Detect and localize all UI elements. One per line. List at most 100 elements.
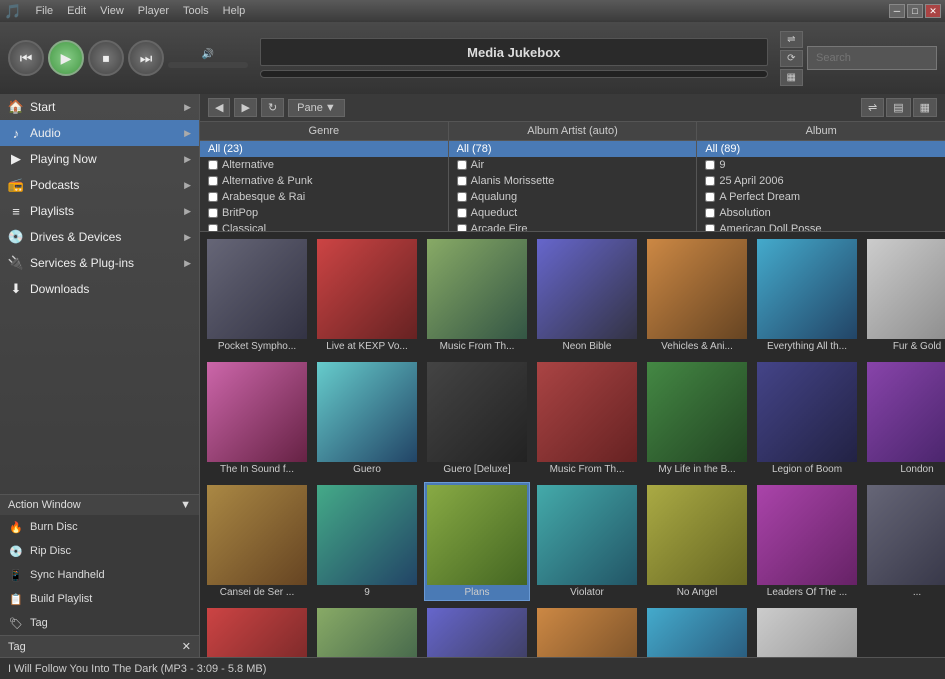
maximize-button[interactable]: □ (907, 4, 923, 18)
album-american-doll-checkbox[interactable] (705, 224, 715, 231)
close-button[interactable]: ✕ (925, 4, 941, 18)
view-grid-button[interactable]: ▦ (913, 98, 937, 117)
album-item[interactable]: ... (754, 605, 860, 657)
album-item[interactable]: Guero (314, 359, 420, 478)
album-item[interactable]: Music From Th... (534, 359, 640, 478)
stop-button[interactable]: ⏹ (88, 40, 124, 76)
album-item[interactable]: ... (864, 482, 945, 601)
menu-file[interactable]: File (29, 3, 59, 19)
search-input[interactable] (807, 46, 937, 70)
view-shuffle-button[interactable]: ⇌ (861, 98, 884, 117)
album-item[interactable]: Plans (424, 482, 530, 601)
album-item[interactable]: ... (644, 605, 750, 657)
back-button[interactable]: ◀ (208, 98, 230, 117)
album-item[interactable]: London (864, 359, 945, 478)
album-item[interactable]: Violator (534, 482, 640, 601)
minimize-button[interactable]: ─ (889, 4, 905, 18)
forward-button[interactable]: ▶ (234, 98, 256, 117)
sidebar-item-podcasts[interactable]: 📻 Podcasts ▶ (0, 172, 199, 198)
artist-aqualung-checkbox[interactable] (457, 192, 467, 202)
burn-disc-item[interactable]: 🔥 Burn Disc (0, 515, 199, 539)
artist-alanis[interactable]: Alanis Morissette (449, 173, 697, 189)
artist-arcade-fire-checkbox[interactable] (457, 224, 467, 231)
album-item[interactable]: The In Sound f... (204, 359, 310, 478)
album-item[interactable]: 9 (314, 482, 420, 601)
album-25-april[interactable]: 25 April 2006 (697, 173, 945, 189)
play-button[interactable]: ▶ (48, 40, 84, 76)
genre-alt-punk-checkbox[interactable] (208, 176, 218, 186)
menu-player[interactable]: Player (132, 3, 175, 19)
album-item[interactable]: ... (204, 605, 310, 657)
menu-tools[interactable]: Tools (177, 3, 215, 19)
prev-button[interactable]: ⏮ (8, 40, 44, 76)
sidebar-item-start[interactable]: 🏠 Start ▶ (0, 94, 199, 120)
menu-view[interactable]: View (94, 3, 130, 19)
album-item[interactable]: ... (534, 605, 640, 657)
album-perfect-dream-checkbox[interactable] (705, 192, 715, 202)
tag-item[interactable]: 🏷 Tag (0, 611, 199, 635)
tag-close-button[interactable]: ✕ (182, 640, 191, 653)
album-9[interactable]: 9 (697, 157, 945, 173)
artist-arcade-fire[interactable]: Arcade Fire (449, 221, 697, 231)
equalizer-button[interactable]: ▦ (780, 69, 803, 86)
album-item[interactable]: Pocket Sympho... (204, 236, 310, 355)
album-item[interactable]: Neon Bible (534, 236, 640, 355)
album-perfect-dream[interactable]: A Perfect Dream (697, 189, 945, 205)
album-item[interactable]: My Life in the B... (644, 359, 750, 478)
album-absolution[interactable]: Absolution (697, 205, 945, 221)
album-9-checkbox[interactable] (705, 160, 715, 170)
genre-alternative[interactable]: Alternative (200, 157, 448, 173)
sidebar-item-drives-devices[interactable]: 💿 Drives & Devices ▶ (0, 224, 199, 250)
build-playlist-item[interactable]: 📋 Build Playlist (0, 587, 199, 611)
artist-aqualung[interactable]: Aqualung (449, 189, 697, 205)
album-item[interactable]: Fur & Gold (864, 236, 945, 355)
menu-help[interactable]: Help (217, 3, 252, 19)
refresh-button[interactable]: ↻ (261, 98, 284, 117)
album-item[interactable]: No Angel (644, 482, 750, 601)
sidebar-item-downloads[interactable]: ⬇ Downloads (0, 276, 199, 302)
album-25-april-checkbox[interactable] (705, 176, 715, 186)
action-window-header[interactable]: Action Window ▼ (0, 495, 199, 515)
sidebar-item-playing-now[interactable]: ▶ Playing Now ▶ (0, 146, 199, 172)
genre-all[interactable]: All (23) (200, 141, 448, 157)
sidebar-item-audio[interactable]: ♪ Audio ▶ (0, 120, 199, 146)
genre-alt-punk[interactable]: Alternative & Punk (200, 173, 448, 189)
sidebar-item-services[interactable]: 🔌 Services & Plug-ins ▶ (0, 250, 199, 276)
menu-edit[interactable]: Edit (61, 3, 92, 19)
artist-aqueduct[interactable]: Aqueduct (449, 205, 697, 221)
pane-button[interactable]: Pane ▼ (288, 99, 345, 117)
album-american-doll[interactable]: American Doll Posse (697, 221, 945, 231)
genre-alternative-checkbox[interactable] (208, 160, 218, 170)
artist-alanis-checkbox[interactable] (457, 176, 467, 186)
progress-bar[interactable] (260, 70, 768, 78)
album-item[interactable]: Vehicles & Ani... (644, 236, 750, 355)
album-item[interactable]: Cansei de Ser ... (204, 482, 310, 601)
artist-aqueduct-checkbox[interactable] (457, 208, 467, 218)
album-item[interactable]: Guero [Deluxe] (424, 359, 530, 478)
rip-disc-item[interactable]: 💿 Rip Disc (0, 539, 199, 563)
album-item[interactable]: Legion of Boom (754, 359, 860, 478)
artist-all[interactable]: All (78) (449, 141, 697, 157)
volume-slider[interactable] (168, 62, 248, 68)
next-button[interactable]: ⏭ (128, 40, 164, 76)
album-item[interactable]: Live at KEXP Vo... (314, 236, 420, 355)
album-item[interactable]: Leaders Of The ... (754, 482, 860, 601)
album-absolution-checkbox[interactable] (705, 208, 715, 218)
album-item[interactable]: Everything All th... (754, 236, 860, 355)
view-list-button[interactable]: ▤ (886, 98, 910, 117)
artist-air-checkbox[interactable] (457, 160, 467, 170)
genre-classical[interactable]: Classical (200, 221, 448, 231)
artist-air[interactable]: Air (449, 157, 697, 173)
album-all[interactable]: All (89) (697, 141, 945, 157)
album-item[interactable]: ... (314, 605, 420, 657)
repeat-button[interactable]: ⟳ (780, 50, 803, 67)
genre-classical-checkbox[interactable] (208, 224, 218, 231)
album-item[interactable]: Music From Th... (424, 236, 530, 355)
album-item[interactable]: ... (424, 605, 530, 657)
genre-arabesque-checkbox[interactable] (208, 192, 218, 202)
sidebar-item-playlists[interactable]: ≡ Playlists ▶ (0, 198, 199, 224)
genre-britpop[interactable]: BritPop (200, 205, 448, 221)
shuffle-button[interactable]: ⇌ (780, 31, 803, 48)
genre-arabesque[interactable]: Arabesque & Rai (200, 189, 448, 205)
genre-britpop-checkbox[interactable] (208, 208, 218, 218)
